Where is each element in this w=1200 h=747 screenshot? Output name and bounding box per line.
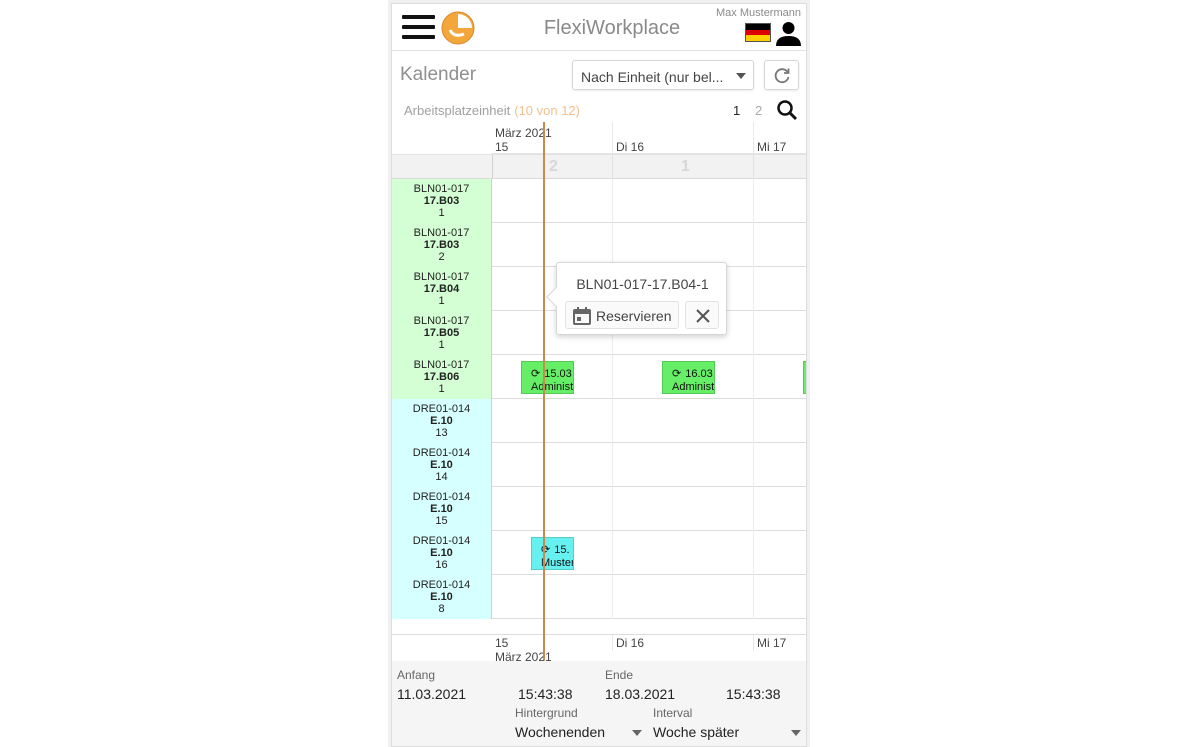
resource-label[interactable]: DRE01-014 E.10 16: [392, 531, 492, 575]
reservation-event[interactable]: ⟳ 15. Muster: [531, 537, 574, 570]
app-title: FlexiWorkplace: [543, 17, 681, 39]
close-icon: [696, 309, 710, 323]
occupancy-count-15: 2: [549, 158, 558, 175]
unit-filter-value: Nach Einheit (nur bel...: [581, 69, 724, 85]
page-button-1[interactable]: 1: [733, 103, 740, 118]
resource-label[interactable]: BLN01-017 17.B03 1: [392, 179, 492, 223]
occupancy-count-row: 2 1: [392, 154, 806, 179]
resource-label[interactable]: DRE01-014 E.10 13: [392, 399, 492, 443]
resource-row: BLN01-017 17.B03 1: [392, 179, 806, 223]
unit-filter-select[interactable]: Nach Einheit (nur bel...: [572, 60, 754, 90]
resource-label[interactable]: BLN01-017 17.B06 1: [392, 355, 492, 399]
resource-label[interactable]: BLN01-017 17.B05 1: [392, 311, 492, 355]
background-label: Hintergrund: [515, 706, 578, 720]
resource-label[interactable]: DRE01-014 E.10 14: [392, 443, 492, 487]
unit-label-text: Arbeitsplatzeinheit: [404, 103, 511, 118]
reserve-button[interactable]: Reservieren: [565, 301, 679, 329]
page-title: Kalender: [400, 64, 477, 85]
occupancy-count-16: 1: [681, 158, 690, 175]
app-logo: [441, 11, 475, 45]
app-header: FlexiWorkplace Max Mustermann: [392, 4, 806, 51]
reservation-event[interactable]: ⟳ 16.03 Administ: [662, 361, 715, 394]
footer-day-label-15: 15: [495, 636, 509, 650]
timeline-header: März 2021 15 Di 16 Mi 17: [492, 122, 806, 154]
background-select[interactable]: Wochenenden: [515, 724, 642, 742]
reservation-event[interactable]: ⟳ 15.03 Administ: [521, 361, 574, 394]
resource-label[interactable]: DRE01-014 E.10 8: [392, 575, 492, 619]
resource-row: DRE01-014 E.10 13: [392, 399, 806, 443]
user-name: Max Mustermann: [716, 7, 801, 19]
resource-row: DRE01-014 E.10 15: [392, 487, 806, 531]
chevron-down-icon: [736, 73, 746, 79]
end-label: Ende: [605, 668, 634, 682]
grid-filler-row: [392, 619, 806, 635]
end-time-field[interactable]: 15:43:38: [726, 686, 781, 702]
start-label: Anfang: [397, 668, 436, 682]
current-time-line: [543, 122, 545, 660]
start-time-field[interactable]: 15:43:38: [518, 686, 573, 702]
resource-row: DRE01-014 E.10 16 ⟳ 15. Muster: [392, 531, 806, 575]
popover-title: BLN01-017-17.B04-1: [576, 276, 709, 292]
footer-day-label-16: Di 16: [616, 636, 645, 650]
german-flag-icon[interactable]: [745, 23, 771, 42]
chevron-down-icon: [791, 730, 801, 736]
resource-row: DRE01-014 E.10 14: [392, 443, 806, 487]
end-date-field[interactable]: 18.03.2021: [605, 686, 675, 702]
start-date-field[interactable]: 11.03.2021: [397, 686, 466, 702]
menu-icon[interactable]: [402, 15, 435, 39]
resource-popover: BLN01-017-17.B04-1 Reservieren: [546, 262, 727, 335]
popover-close-button[interactable]: [685, 301, 719, 329]
app-shell: FlexiWorkplace Max Mustermann Kalender N…: [388, 0, 810, 747]
search-icon[interactable]: [776, 99, 798, 121]
refresh-icon: [774, 68, 790, 84]
interval-select-value: Woche später: [653, 724, 740, 740]
day-label-15: 15: [495, 140, 509, 154]
recurring-icon: ⟳: [672, 368, 682, 380]
background-select-value: Wochenenden: [515, 724, 606, 740]
refresh-button[interactable]: [764, 60, 799, 90]
user-account-icon[interactable]: [775, 20, 802, 47]
resource-row: BLN01-017 17.B03 2: [392, 223, 806, 267]
calendar-icon: [573, 307, 591, 325]
resource-row: DRE01-014 E.10 8: [392, 575, 806, 619]
interval-label: Interval: [653, 706, 693, 720]
interval-select[interactable]: Woche später: [653, 724, 801, 742]
resource-label[interactable]: BLN01-017 17.B04 1: [392, 267, 492, 311]
app-frame: FlexiWorkplace Max Mustermann Kalender N…: [391, 3, 807, 747]
chevron-down-icon: [632, 730, 642, 736]
scheduler-grid: März 2021 15 Di 16 Mi 17 2 1 BLN01-017 17…: [392, 122, 806, 664]
recurring-icon: ⟳: [531, 368, 541, 380]
day-label-17: Mi 17: [757, 140, 787, 154]
unit-label: Arbeitsplatzeinheit (10 von 12): [404, 103, 580, 118]
date-range-footer: Anfang 11.03.2021 15:43:38 Ende 18.03.20…: [392, 661, 806, 746]
resource-row: BLN01-017 17.B06 1 ⟳ 15.03 Administ ⟳ 16.03 …: [392, 355, 806, 399]
resource-label[interactable]: BLN01-017 17.B03 2: [392, 223, 492, 267]
footer-day-label-17: Mi 17: [757, 636, 787, 650]
reservation-event[interactable]: [803, 361, 806, 394]
day-label-16: Di 16: [616, 140, 645, 154]
resource-label[interactable]: DRE01-014 E.10 15: [392, 487, 492, 531]
unit-count: (10 von 12): [514, 103, 580, 118]
page-button-2[interactable]: 2: [755, 103, 762, 118]
reserve-button-label: Reservieren: [596, 308, 672, 324]
